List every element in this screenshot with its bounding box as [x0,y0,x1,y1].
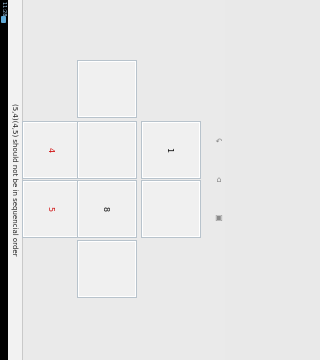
back-icon[interactable]: ↶ [215,138,223,146]
tile-label: 8 [102,206,112,212]
page-title: (5,4)(4,5) should not be in sequencial o… [11,103,19,257]
puzzle-board: 4 1 5 8 [22,0,225,360]
tile-top[interactable] [77,60,137,118]
title-bar: (5,4)(4,5) should not be in sequencial o… [8,0,23,360]
status-bar: 11:28 [0,0,8,360]
recent-apps-icon[interactable]: ▣ [215,214,223,222]
tile-bottom[interactable] [77,240,137,298]
tile-r1c3[interactable]: 1 [141,121,201,179]
tile-r2c2[interactable]: 8 [77,180,137,238]
home-icon[interactable]: ⌂ [215,176,223,184]
tile-label: 5 [47,206,57,212]
navigation-bar: ↶ ⌂ ▣ [213,0,225,360]
tile-r1c1[interactable]: 4 [22,121,82,179]
battery-icon [1,16,6,23]
tile-label: 4 [47,147,57,153]
tile-label: 1 [166,147,176,153]
tile-r1c2[interactable] [77,121,137,179]
game-screen: 11:28 (5,4)(4,5) should not be in sequen… [0,0,225,360]
tile-r2c3[interactable] [141,180,201,238]
tile-r2c1[interactable]: 5 [22,180,82,238]
